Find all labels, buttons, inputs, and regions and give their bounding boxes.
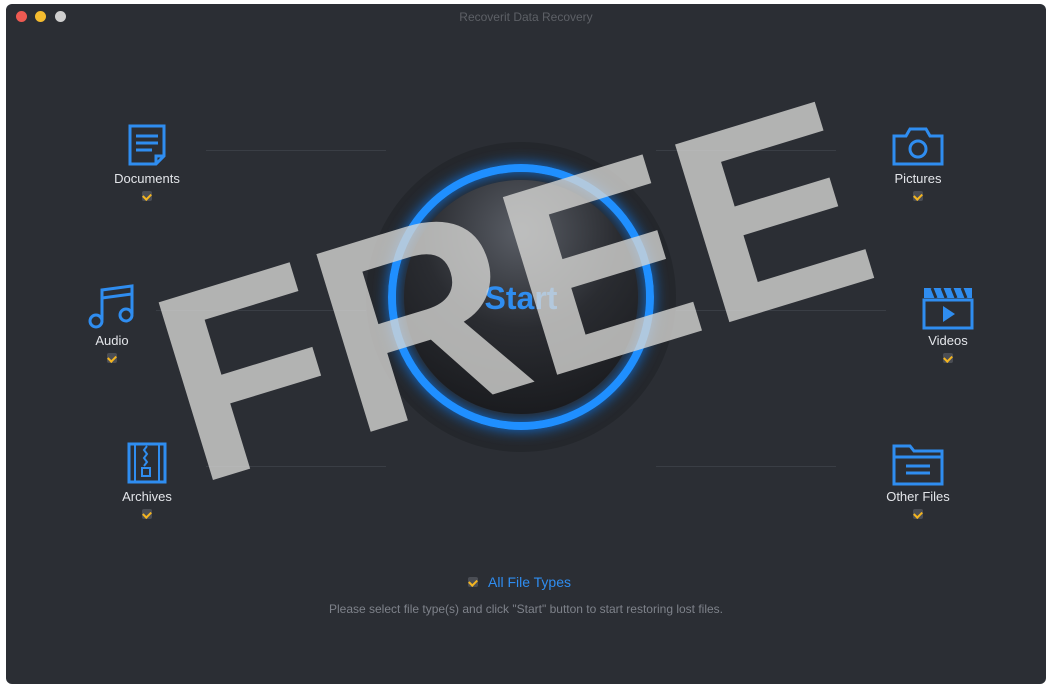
category-audio[interactable]: Audio — [52, 284, 172, 363]
category-label: Other Files — [886, 489, 950, 504]
camera-icon — [892, 127, 944, 166]
instruction-text: Please select file type(s) and click "St… — [328, 602, 724, 616]
connector-line — [656, 150, 836, 151]
folder-icon — [892, 444, 944, 486]
video-clapper-icon — [922, 287, 974, 330]
category-pictures[interactable]: Pictures — [858, 124, 978, 201]
connector-line — [156, 310, 366, 311]
archive-icon — [127, 442, 167, 484]
window-title: Recoverit Data Recovery — [459, 10, 593, 24]
category-videos[interactable]: Videos — [888, 284, 1008, 363]
category-label: Pictures — [894, 171, 942, 186]
connector-line — [206, 150, 386, 151]
app-window: Recoverit Data Recovery Start Documents … — [6, 4, 1046, 684]
document-icon — [128, 124, 166, 166]
videos-checkbox[interactable] — [943, 353, 953, 363]
other-files-checkbox[interactable] — [913, 509, 923, 519]
category-archives[interactable]: Archives — [87, 442, 207, 519]
pictures-checkbox[interactable] — [913, 191, 923, 201]
title-bar: Recoverit Data Recovery — [6, 4, 1046, 28]
category-label: Videos — [928, 333, 968, 348]
start-button-label[interactable]: Start — [404, 280, 638, 317]
all-file-types-checkbox[interactable] — [468, 577, 478, 587]
category-label: Archives — [122, 489, 172, 504]
all-file-types-label[interactable]: All File Types — [488, 574, 571, 590]
category-documents[interactable]: Documents — [87, 124, 207, 201]
audio-checkbox[interactable] — [107, 353, 117, 363]
category-label: Audio — [95, 333, 129, 348]
category-label: Documents — [114, 171, 180, 186]
connector-line — [676, 310, 886, 311]
all-file-types-option[interactable]: All File Types — [468, 572, 571, 592]
music-note-icon — [88, 284, 134, 329]
documents-checkbox[interactable] — [142, 191, 152, 201]
connector-line — [656, 466, 836, 467]
category-other-files[interactable]: Other Files — [858, 442, 978, 519]
connector-line — [206, 466, 386, 467]
archives-checkbox[interactable] — [142, 509, 152, 519]
